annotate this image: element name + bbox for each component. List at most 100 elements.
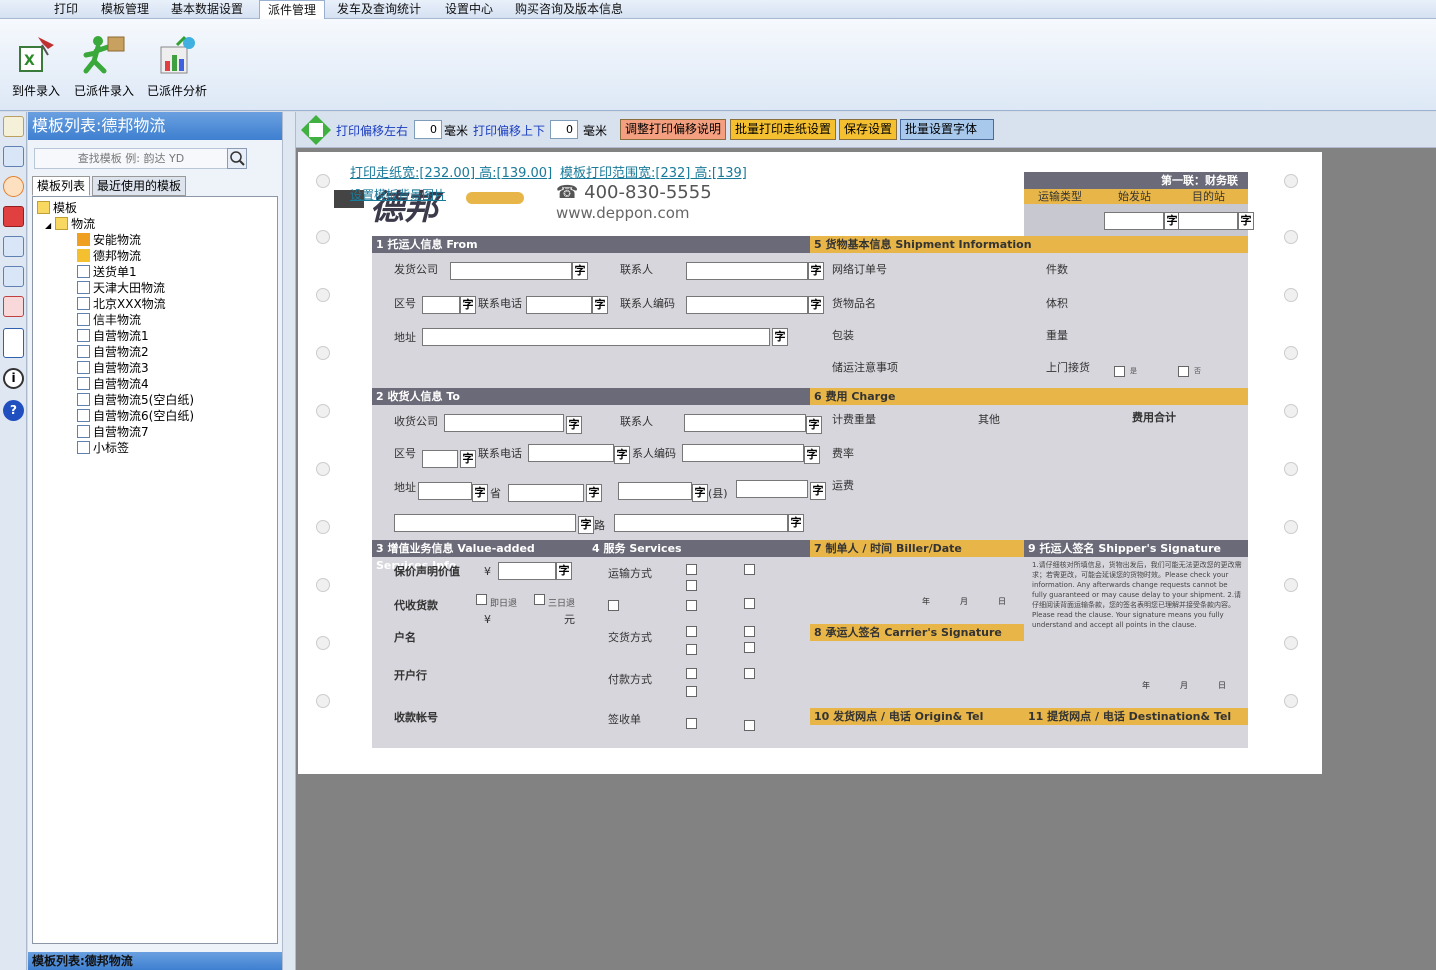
tree-item-template[interactable]: 北京XXX物流 [77,296,166,312]
shipper-area-field[interactable] [422,296,460,314]
tree-item-template[interactable]: 德邦物流 [77,248,141,264]
offset-ud-input[interactable]: 0 [550,120,578,139]
shipper-address-font[interactable]: 字 [772,328,788,346]
tree-root[interactable]: 模板 [37,200,77,216]
consignee-contact-font[interactable]: 字 [806,416,822,434]
trucking-checkbox[interactable] [686,564,697,575]
shipper-code-field[interactable] [686,296,808,314]
menu-dispatch-manage[interactable]: 派件管理 [259,0,326,19]
tree-item-template[interactable]: 自营物流6(空白纸) [77,408,194,424]
shipper-area-font[interactable]: 字 [460,296,476,314]
together-checkbox[interactable] [686,600,697,611]
tree-item-template[interactable]: 自营物流7 [77,424,149,440]
consignee-contact-field[interactable] [684,414,806,432]
tab-recent-templates[interactable]: 最近使用的模板 [92,176,186,196]
cash-checkbox[interactable] [686,668,697,679]
menu-print[interactable]: 打印 [46,0,86,19]
tree-item-template[interactable]: 安能物流 [77,232,141,248]
consignee-tel-field[interactable] [528,444,614,462]
consignee-company-field[interactable] [444,414,564,432]
three-day-refund-checkbox[interactable] [534,594,545,605]
shuttle-checkbox[interactable] [686,580,697,591]
save-settings-button[interactable]: 保存设置 [839,119,898,140]
consignee-area-field[interactable] [422,450,458,468]
add-icon[interactable] [3,176,24,197]
shipper-address-field[interactable] [422,328,770,346]
consignee-street-field[interactable] [614,514,788,532]
declared-value-field[interactable] [498,562,556,580]
origin-field[interactable] [1104,212,1164,230]
intra-city-checkbox[interactable] [744,564,755,575]
batch-font-button[interactable]: 批量设置字体 [900,119,994,140]
paper-size-link[interactable]: 打印走纸宽:[232.00] 高:[139.00] [350,162,552,181]
pickup-yes-checkbox[interactable] [1114,366,1125,377]
print-range-link[interactable]: 模板打印范围宽:[232] 高:[139] [560,162,747,181]
tree-folder-logistics[interactable]: ◢ 物流 [45,216,95,232]
on-delivery-checkbox[interactable] [744,668,755,679]
credit-checkbox[interactable] [686,686,697,697]
airport-pickup-checkbox[interactable] [744,642,755,653]
menu-template-manage[interactable]: 模板管理 [93,0,157,19]
page-icon[interactable] [3,328,24,358]
delete-icon[interactable] [3,206,24,227]
dispatched-entry-button[interactable]: 已派件录入 [72,19,136,109]
tree-item-template[interactable]: 送货单1 [77,264,137,280]
street-font[interactable]: 字 [788,514,804,532]
template-search-input[interactable]: 查找模板 例: 韵达 YD [34,148,228,169]
shipper-tel-font[interactable]: 字 [592,296,608,314]
dest-field[interactable] [1178,212,1238,230]
help-icon[interactable]: ? [3,400,24,421]
declared-value-font[interactable]: 字 [556,562,572,580]
site-pickup-checkbox[interactable] [686,644,697,655]
copy-icon[interactable] [3,236,24,257]
shipper-tel-field[interactable] [526,296,592,314]
delivery-upstairs-checkbox[interactable] [686,626,697,637]
import-icon[interactable] [3,266,24,287]
delivery-no-upstairs-checkbox[interactable] [744,626,755,637]
batch-paper-button[interactable]: 批量打印走纸设置 [730,119,837,140]
dispatched-analysis-button[interactable]: 已派件分析 [142,19,212,109]
consignee-tel-font[interactable]: 字 [614,446,630,464]
tree-item-template[interactable]: 小标签 [77,440,129,456]
town-font[interactable]: 字 [810,482,826,500]
tree-item-template[interactable]: 自营物流3 [77,360,149,376]
shipper-company-field[interactable] [450,262,572,280]
offset-explain-button[interactable]: 调整打印偏移说明 [620,119,727,140]
original-checkbox[interactable] [686,718,697,729]
menu-departure-stats[interactable]: 发车及查询统计 [329,0,429,19]
tree-item-template[interactable]: 天津大田物流 [77,280,165,296]
fax-checkbox[interactable] [744,720,755,731]
set-background-link[interactable]: 设置模板背景图片 [350,186,446,203]
shipper-company-font[interactable]: 字 [572,262,588,280]
consignee-city-field[interactable] [508,484,584,502]
shipper-code-font[interactable]: 字 [808,296,824,314]
alone-checkbox[interactable] [744,598,755,609]
consignee-road-field[interactable] [394,514,576,532]
pin-icon[interactable] [3,296,24,317]
move-arrows-icon[interactable] [300,114,332,146]
road-font[interactable]: 字 [578,516,594,534]
immediate-refund-checkbox[interactable] [476,594,487,605]
menu-basic-data[interactable]: 基本数据设置 [163,0,251,19]
arrival-entry-button[interactable]: X 到件录入 [4,19,68,109]
tree-item-template[interactable]: 自营物流1 [77,328,149,344]
consignee-company-font[interactable]: 字 [566,416,582,434]
city-font[interactable]: 字 [586,484,602,502]
tree-item-template[interactable]: 自营物流2 [77,344,149,360]
menu-settings-center[interactable]: 设置中心 [437,0,501,19]
airlift-checkbox[interactable] [608,600,619,611]
district-font[interactable]: 字 [692,484,708,502]
tree-item-template[interactable]: 自营物流4 [77,376,149,392]
consignee-district-field[interactable] [618,482,692,500]
info-icon[interactable]: i [3,368,24,389]
offset-lr-input[interactable]: 0 [414,120,442,139]
panel-splitter[interactable] [282,112,296,970]
menu-purchase-version[interactable]: 购买咨询及版本信息 [507,0,631,19]
search-button[interactable] [227,148,247,169]
edit-template-icon[interactable] [3,116,24,137]
shipper-contact-field[interactable] [686,262,808,280]
consignee-code-font[interactable]: 字 [804,446,820,464]
consignee-code-field[interactable] [682,444,804,462]
consignee-province-field[interactable] [418,482,472,500]
tree-item-template[interactable]: 自营物流5(空白纸) [77,392,194,408]
